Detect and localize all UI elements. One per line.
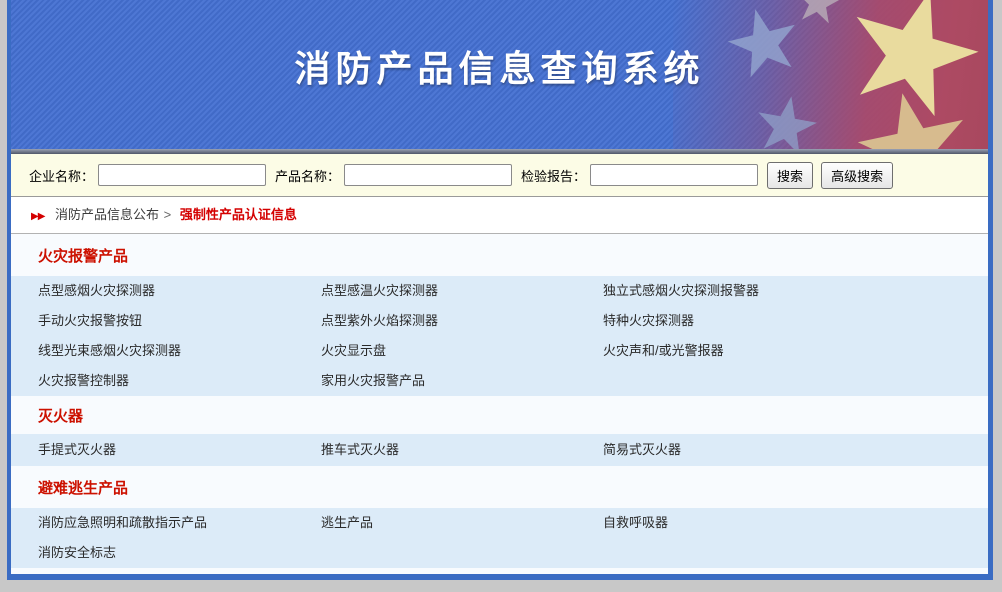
section-header-escape: 避难逃生产品: [11, 466, 988, 508]
page-title: 消防产品信息查询系统: [11, 40, 988, 92]
search-bar: 企业名称： 产品名称： 检验报告： 搜索 高级搜索: [11, 154, 988, 197]
section-header-extinguisher: 灭火器: [11, 396, 988, 434]
category-link[interactable]: 火灾声和/或光警报器: [603, 336, 988, 366]
category-link[interactable]: 线型光束感烟火灾探测器: [38, 336, 321, 366]
flag-star-icon: [792, 0, 844, 29]
category-link[interactable]: 自救呼吸器: [603, 508, 988, 538]
category-link[interactable]: 简易式灭火器: [603, 435, 988, 465]
breadcrumb-arrows-icon: ▶▶: [31, 211, 44, 222]
category-link[interactable]: 推车式灭火器: [321, 435, 603, 465]
section-items-escape: 消防应急照明和疏散指示产品 逃生产品 自救呼吸器 消防安全标志: [11, 508, 988, 568]
category-link[interactable]: 消防应急照明和疏散指示产品: [38, 508, 321, 538]
breadcrumb: ▶▶ 消防产品信息公布 > 强制性产品认证信息: [11, 197, 988, 234]
inspection-report-label: 检验报告：: [521, 166, 586, 185]
category-link[interactable]: 家用火灾报警产品: [321, 366, 603, 396]
inspection-report-input[interactable]: [590, 164, 758, 186]
flag-star-icon: [750, 91, 822, 149]
section-header-fire-alarm: 火灾报警产品: [11, 234, 988, 276]
category-link[interactable]: 逃生产品: [321, 508, 603, 538]
category-link[interactable]: 特种火灾探测器: [603, 306, 988, 336]
page-container: 消防产品信息查询系统 企业名称： 产品名称： 检验报告： 搜索 高级搜索 ▶▶ …: [7, 0, 993, 580]
header-banner: 消防产品信息查询系统: [11, 0, 988, 149]
category-link[interactable]: 独立式感烟火灾探测报警器: [603, 276, 988, 306]
category-link[interactable]: 手提式灭火器: [38, 435, 321, 465]
company-name-label: 企业名称：: [29, 166, 94, 185]
category-link[interactable]: 火灾报警控制器: [38, 366, 321, 396]
category-link[interactable]: 火灾显示盘: [321, 336, 603, 366]
section-items-extinguisher: 手提式灭火器 推车式灭火器 简易式灭火器: [11, 434, 988, 466]
breadcrumb-root-link[interactable]: 消防产品信息公布: [55, 207, 159, 222]
category-link[interactable]: 消防安全标志: [38, 538, 321, 568]
search-button[interactable]: 搜索: [767, 162, 813, 189]
category-link[interactable]: 手动火灾报警按钮: [38, 306, 321, 336]
category-link[interactable]: 点型感温火灾探测器: [321, 276, 603, 306]
product-name-input[interactable]: [344, 164, 512, 186]
category-link[interactable]: 点型紫外火焰探测器: [321, 306, 603, 336]
breadcrumb-current: 强制性产品认证信息: [180, 207, 297, 222]
section-items-fire-alarm: 点型感烟火灾探测器 点型感温火灾探测器 独立式感烟火灾探测报警器 手动火灾报警按…: [11, 276, 988, 396]
company-name-input[interactable]: [98, 164, 266, 186]
advanced-search-button[interactable]: 高级搜索: [821, 162, 893, 189]
product-name-label: 产品名称：: [275, 166, 340, 185]
breadcrumb-separator: >: [164, 207, 172, 222]
category-link[interactable]: 点型感烟火灾探测器: [38, 276, 321, 306]
